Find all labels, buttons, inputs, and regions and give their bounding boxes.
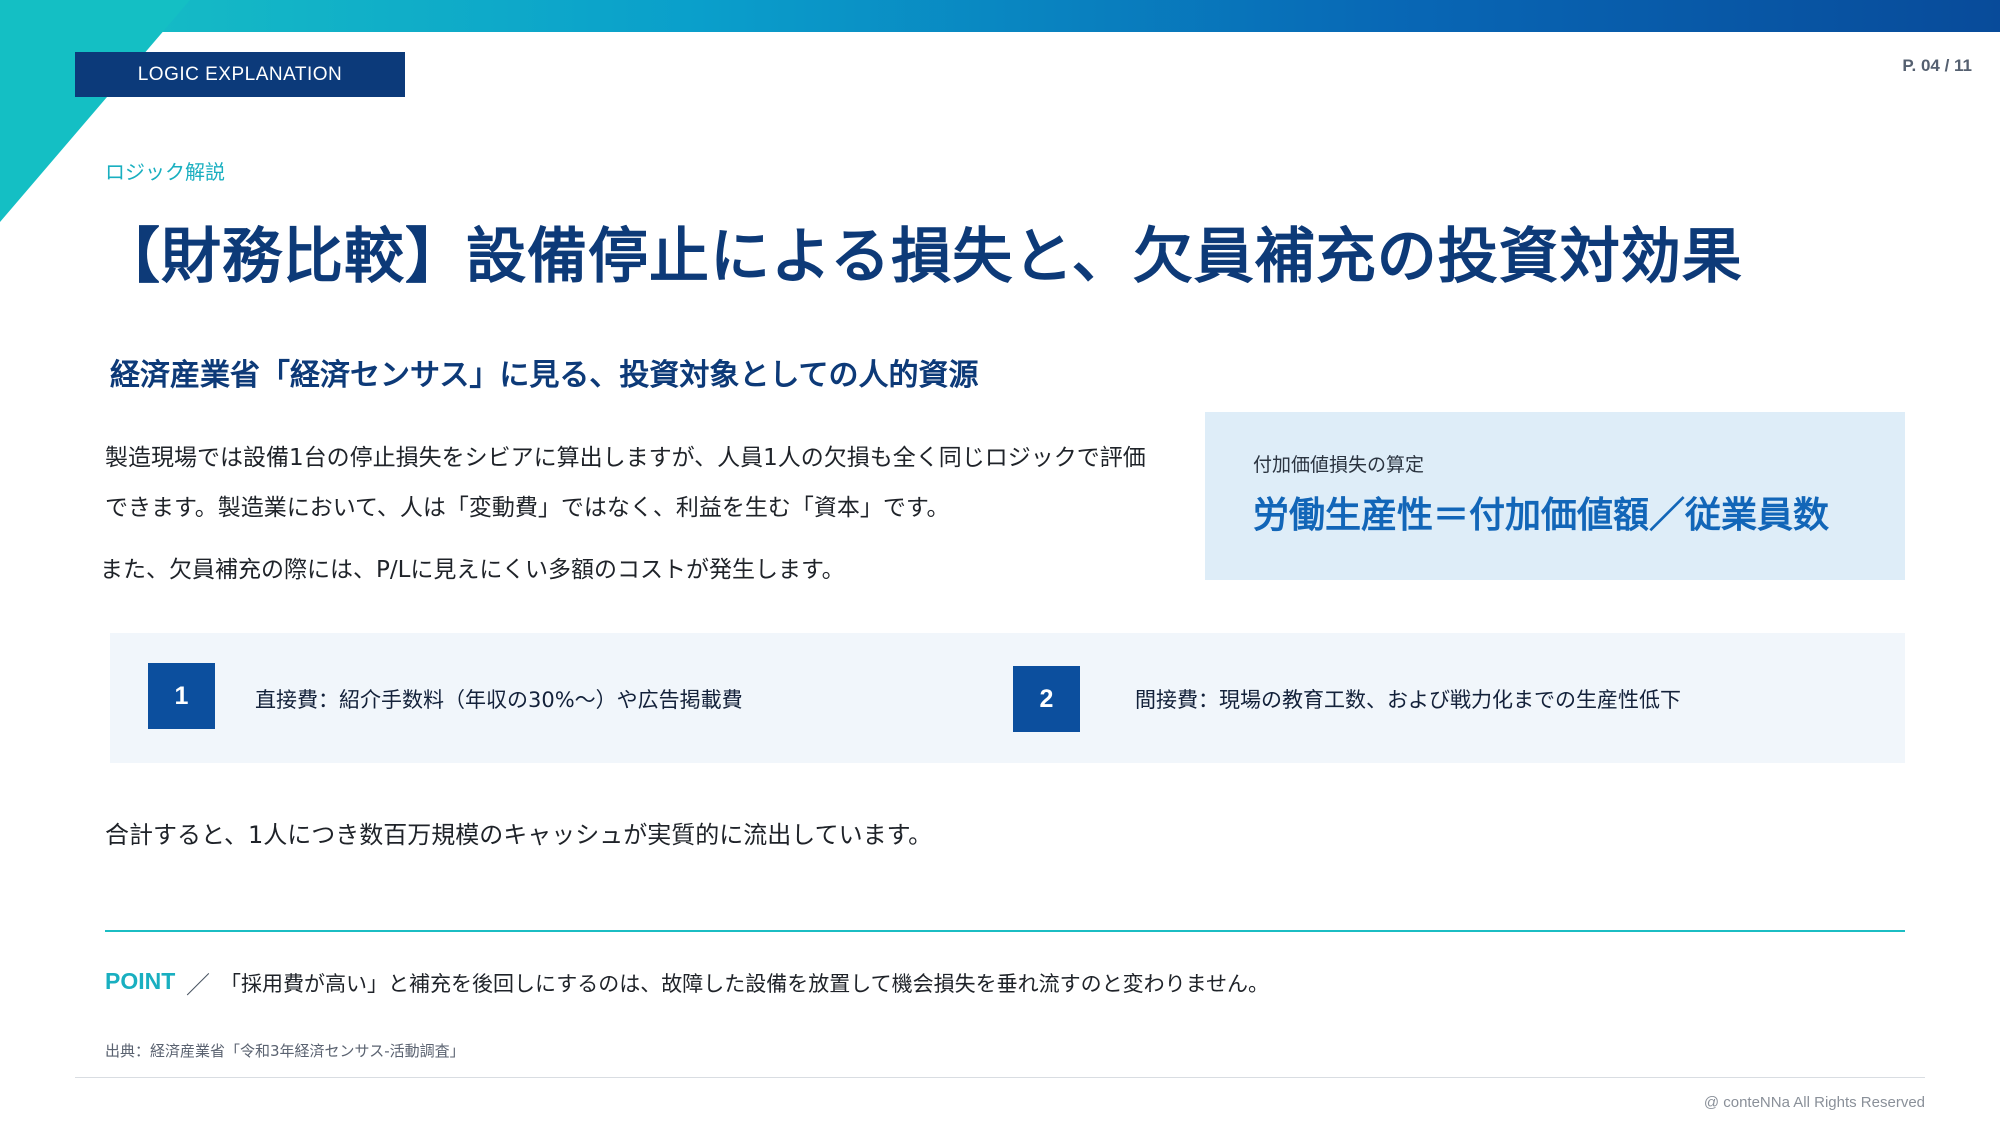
summary-text: 合計すると、1人につき数百万規模のキャッシュが実質的に流出しています。 [105,821,933,849]
section-badge: LOGIC EXPLANATION [75,52,405,97]
copyright-notice: @ conteNNa All Rights Reserved [1703,1094,1925,1111]
indirect-cost-text: 間接費：現場の教育工数、および戦力化までの生産性低下 [1135,688,1681,712]
page-title: 【財務比較】設備停止による損失と、欠員補充の投資対効果 [100,222,1743,292]
cost-number-badge: 2 [1013,666,1080,732]
formula-text: 労働生産性＝付加価値額／従業員数 [1253,495,1830,536]
page-number: P. 04 / 11 [1902,56,1972,75]
point-divider [105,930,1905,932]
source-citation: 出典：経済産業省「令和3年経済センサス‐活動調査」 [105,1042,465,1060]
formula-box: 付加価値損失の算定 労働生産性＝付加価値額／従業員数 [1205,412,1905,580]
subheading: 経済産業省「経済センサス」に見る、投資対象としての人的資源 [110,358,979,393]
point-separator: ／ [186,971,210,999]
point-text: 「採用費が高い」と補充を後回しにするのは、故障した設備を放置して機会損失を垂れ流… [220,972,1269,996]
cost-number-badge: 1 [148,663,215,729]
footer-divider [75,1077,1925,1078]
point-label: POINT [105,968,176,994]
corner-accent-shape [0,0,190,222]
direct-cost-text: 直接費：紹介手数料（年収の30%〜）や広告掲載費 [255,688,743,712]
body-paragraph-1: 製造現場では設備1台の停止損失をシビアに算出しますが、人員1人の欠損も全く同じロ… [105,445,1146,521]
formula-label: 付加価値損失の算定 [1253,454,1425,476]
body-paragraph-2: また、欠員補充の際には、P/Lに見えにくい多額のコストが発生します。 [100,557,845,583]
top-gradient-band [0,0,2000,32]
cost-breakdown-panel: 1 直接費：紹介手数料（年収の30%〜）や広告掲載費 2 間接費：現場の教育工数… [110,633,1905,763]
eyebrow-label: ロジック解説 [105,160,225,184]
